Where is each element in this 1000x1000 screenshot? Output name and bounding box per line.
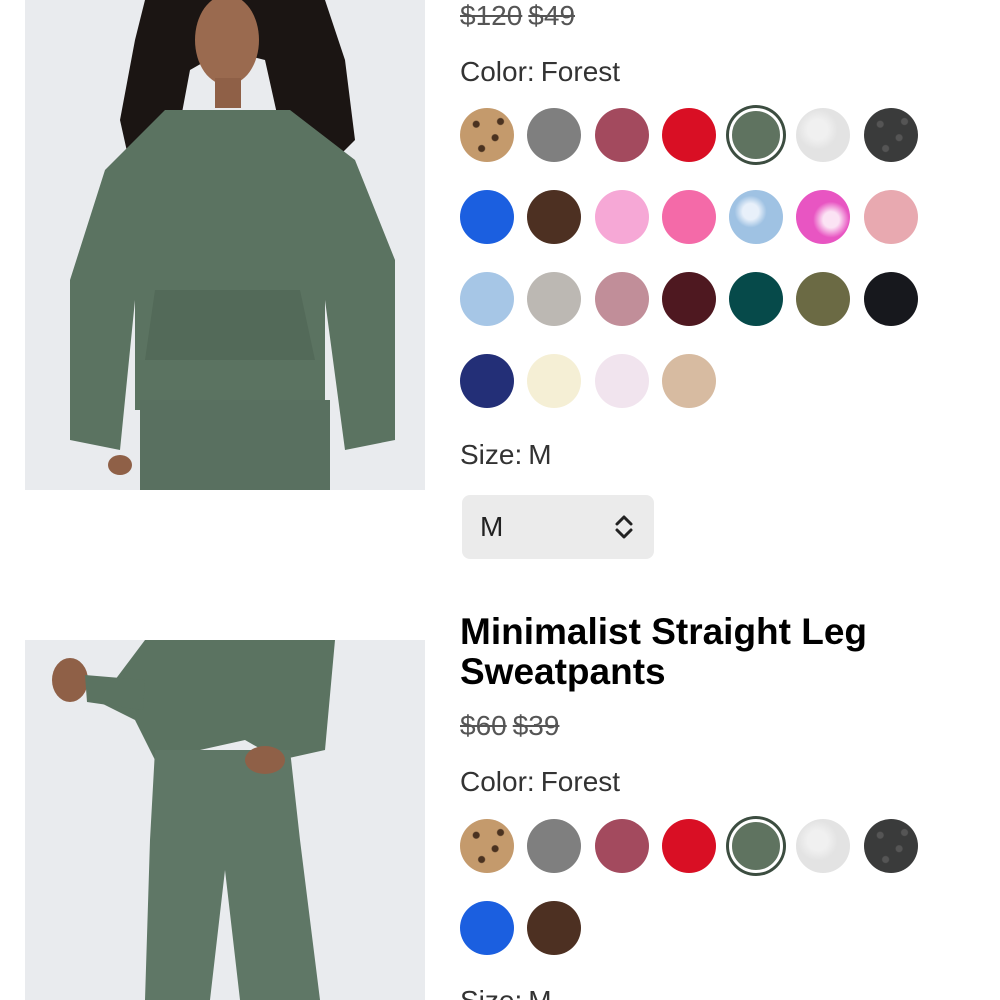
color-label: Color: Forest <box>460 55 620 89</box>
color-swatch-pink[interactable] <box>594 190 649 244</box>
color-swatch-grey[interactable] <box>527 819 582 873</box>
color-swatches <box>460 108 918 408</box>
size-value: M <box>528 985 551 1000</box>
size-select-value: M <box>480 511 504 542</box>
color-swatch-light-grey[interactable] <box>796 108 851 162</box>
size-label: Size: M <box>460 984 552 1000</box>
color-swatch-maroon[interactable] <box>661 272 716 326</box>
color-swatch-brown[interactable] <box>527 901 582 955</box>
color-swatch-forest[interactable] <box>729 819 784 873</box>
color-swatch-blue[interactable] <box>460 901 514 955</box>
color-label-text: Color: <box>460 56 535 87</box>
color-swatch-black-leopard[interactable] <box>863 108 918 162</box>
color-swatch-leopard[interactable] <box>460 819 514 873</box>
color-value: Forest <box>540 766 621 797</box>
size-label-text: Size: <box>460 439 523 470</box>
product-title[interactable]: Minimalist Straight Leg Sweatpants <box>460 612 960 692</box>
product-image-sweatpants[interactable] <box>25 640 425 1000</box>
color-swatch-tie-dye-pink[interactable] <box>796 190 851 244</box>
color-swatch-mauve[interactable] <box>594 272 649 326</box>
color-swatch-lavender-white[interactable] <box>594 354 649 408</box>
hoodie-photo-icon <box>25 0 425 490</box>
sweatpants-photo-icon <box>25 640 425 1000</box>
color-swatch-teal[interactable] <box>729 272 784 326</box>
color-swatch-tie-dye-blue[interactable] <box>729 190 784 244</box>
color-swatch-hot-pink[interactable] <box>661 190 716 244</box>
color-swatch-black-leopard[interactable] <box>863 819 918 873</box>
color-swatch-red[interactable] <box>661 108 716 162</box>
price-row: $60 $39 <box>460 709 565 743</box>
color-swatch-light-grey[interactable] <box>796 819 851 873</box>
color-swatches <box>460 819 918 955</box>
sale-price: $39 <box>512 710 560 741</box>
color-swatch-sand[interactable] <box>661 354 716 408</box>
sale-price: $49 <box>528 0 576 31</box>
size-label-text: Size: <box>460 985 522 1000</box>
color-swatch-brown[interactable] <box>527 190 582 244</box>
color-swatch-berry[interactable] <box>594 108 649 162</box>
color-swatch-stone[interactable] <box>527 272 582 326</box>
color-swatch-sky-blue[interactable] <box>460 272 514 326</box>
color-swatch-navy[interactable] <box>460 354 514 408</box>
product-list: $120 $49 Color: Forest Size: M M Minimal… <box>0 0 1000 1000</box>
color-swatch-red[interactable] <box>661 819 716 873</box>
color-swatch-blue[interactable] <box>460 190 514 244</box>
original-price: $60 <box>460 710 507 741</box>
product-info-sweatpants: Minimalist Straight Leg Sweatpants $60 $3… <box>460 612 960 1000</box>
color-swatch-cream[interactable] <box>527 354 582 408</box>
color-swatch-blush[interactable] <box>863 190 918 244</box>
color-swatch-grey[interactable] <box>527 108 582 162</box>
color-swatch-leopard[interactable] <box>460 108 514 162</box>
color-label-text: Color: <box>460 766 535 797</box>
size-label: Size:M <box>460 438 552 472</box>
updown-chevron-icon <box>615 515 633 539</box>
color-label: Color: Forest <box>460 765 620 799</box>
color-swatch-olive[interactable] <box>796 272 851 326</box>
color-swatch-forest[interactable] <box>729 108 784 162</box>
price-row: $120 $49 <box>460 0 581 33</box>
original-price: $120 <box>460 0 523 31</box>
size-select[interactable]: M <box>462 495 654 559</box>
product-image-hoodie[interactable] <box>25 0 425 490</box>
color-swatch-berry[interactable] <box>594 819 649 873</box>
color-value: Forest <box>540 56 621 87</box>
size-value: M <box>528 439 552 470</box>
color-swatch-black[interactable] <box>863 272 918 326</box>
